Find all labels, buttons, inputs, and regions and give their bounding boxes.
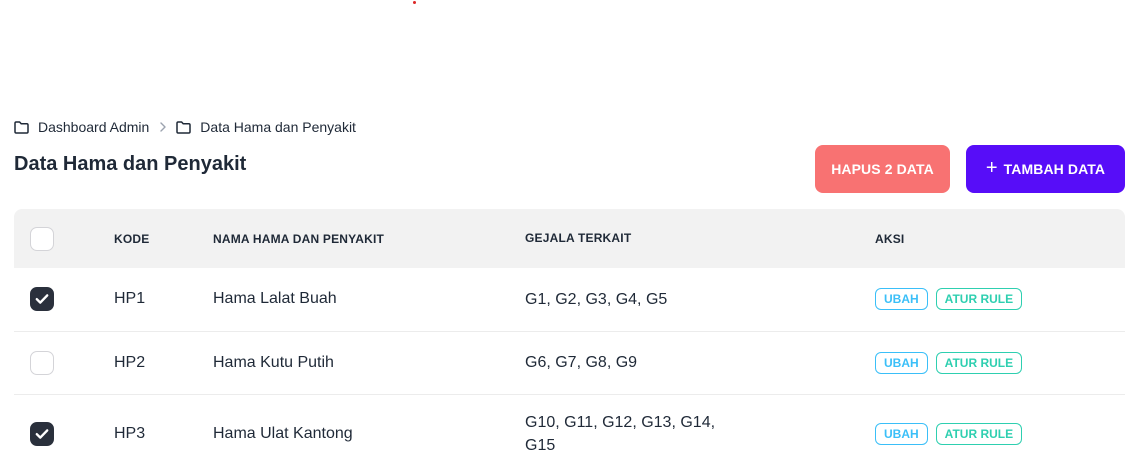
data-table: KODE NAMA HAMA DAN PENYAKIT GEJALA TERKA… xyxy=(14,209,1125,474)
cell-kode: HP1 xyxy=(114,290,146,308)
set-rule-button[interactable]: ATUR RULE xyxy=(935,288,1023,311)
column-header-kode[interactable]: KODE xyxy=(114,209,213,268)
edit-button[interactable]: UBAH xyxy=(875,288,928,311)
row-checkbox[interactable] xyxy=(30,350,54,375)
cell-nama: Hama Ulat Kantong xyxy=(213,425,353,443)
cell-nama: Hama Lalat Buah xyxy=(213,290,337,308)
cell-aksi: UBAH ATUR RULE xyxy=(875,331,1125,394)
row-select-cell xyxy=(14,268,114,331)
folder-icon xyxy=(14,120,29,134)
edit-button[interactable]: UBAH xyxy=(875,351,928,374)
breadcrumb-label: Dashboard Admin xyxy=(38,119,150,135)
gejala-text: G10, G11, G12, G13, G14, G15 xyxy=(525,414,716,455)
set-rule-button[interactable]: ATUR RULE xyxy=(935,351,1023,374)
breadcrumb-item-dashboard[interactable]: Dashboard Admin xyxy=(14,119,149,135)
table-header-row: KODE NAMA HAMA DAN PENYAKIT GEJALA TERKA… xyxy=(14,209,1125,268)
add-button-label: TAMBAH DATA xyxy=(1003,161,1106,177)
folder-icon xyxy=(176,120,192,134)
table-row: HP1 Hama Lalat Buah G1, G2, G3, G4, G5 U… xyxy=(14,268,1125,331)
delete-button-label: HAPUS 2 DATA xyxy=(831,161,934,177)
chevron-right-icon xyxy=(160,122,166,132)
column-header-nama[interactable]: NAMA HAMA DAN PENYAKIT xyxy=(213,209,525,268)
checkmark-icon xyxy=(35,429,49,440)
delete-selected-button[interactable]: HAPUS 2 DATA xyxy=(815,145,950,193)
cell-nama: Hama Kutu Putih xyxy=(213,353,334,371)
column-header-gejala[interactable]: GEJALA TERKAIT xyxy=(525,209,875,268)
row-checkbox[interactable] xyxy=(30,287,54,312)
breadcrumb-label: Data Hama dan Penyakit xyxy=(200,119,356,135)
row-checkbox[interactable] xyxy=(30,422,54,447)
page-title: Data Hama dan Penyakit xyxy=(14,153,247,175)
gejala-text: G1, G2, G3, G4, G5 xyxy=(525,290,668,308)
gejala-text: G6, G7, G8, G9 xyxy=(525,354,638,371)
checkmark-icon xyxy=(35,294,49,305)
set-rule-button[interactable]: ATUR RULE xyxy=(935,423,1023,446)
table-row: HP3 Hama Ulat Kantong G10, G11, G12, G13… xyxy=(14,394,1125,474)
cell-gejala: G6, G7, G8, G9 xyxy=(525,331,875,394)
select-all-checkbox[interactable] xyxy=(30,226,54,251)
breadcrumb-item-data-hama[interactable]: Data Hama dan Penyakit xyxy=(176,119,356,135)
cell-kode: HP2 xyxy=(114,353,146,371)
add-data-button[interactable]: + TAMBAH DATA xyxy=(966,145,1125,193)
column-header-aksi: AKSI xyxy=(875,231,905,246)
breadcrumb: Dashboard Admin Data Hama dan Penyakit xyxy=(14,118,356,136)
loading-dot xyxy=(413,1,416,4)
plus-icon: + xyxy=(985,157,998,179)
table-row: HP2 Hama Kutu Putih G6, G7, G8, G9 UBAH A… xyxy=(14,331,1125,394)
cell-aksi: UBAH ATUR RULE xyxy=(875,394,1125,474)
cell-aksi: UBAH ATUR RULE xyxy=(875,268,1125,331)
cell-kode: HP3 xyxy=(114,425,146,443)
row-select-cell xyxy=(14,331,114,394)
edit-button[interactable]: UBAH xyxy=(875,423,928,446)
cell-gejala: G1, G2, G3, G4, G5 xyxy=(525,268,875,331)
header-select-cell xyxy=(14,209,114,268)
cell-gejala: G10, G11, G12, G13, G14, G15 xyxy=(525,394,875,474)
row-select-cell xyxy=(14,394,114,474)
